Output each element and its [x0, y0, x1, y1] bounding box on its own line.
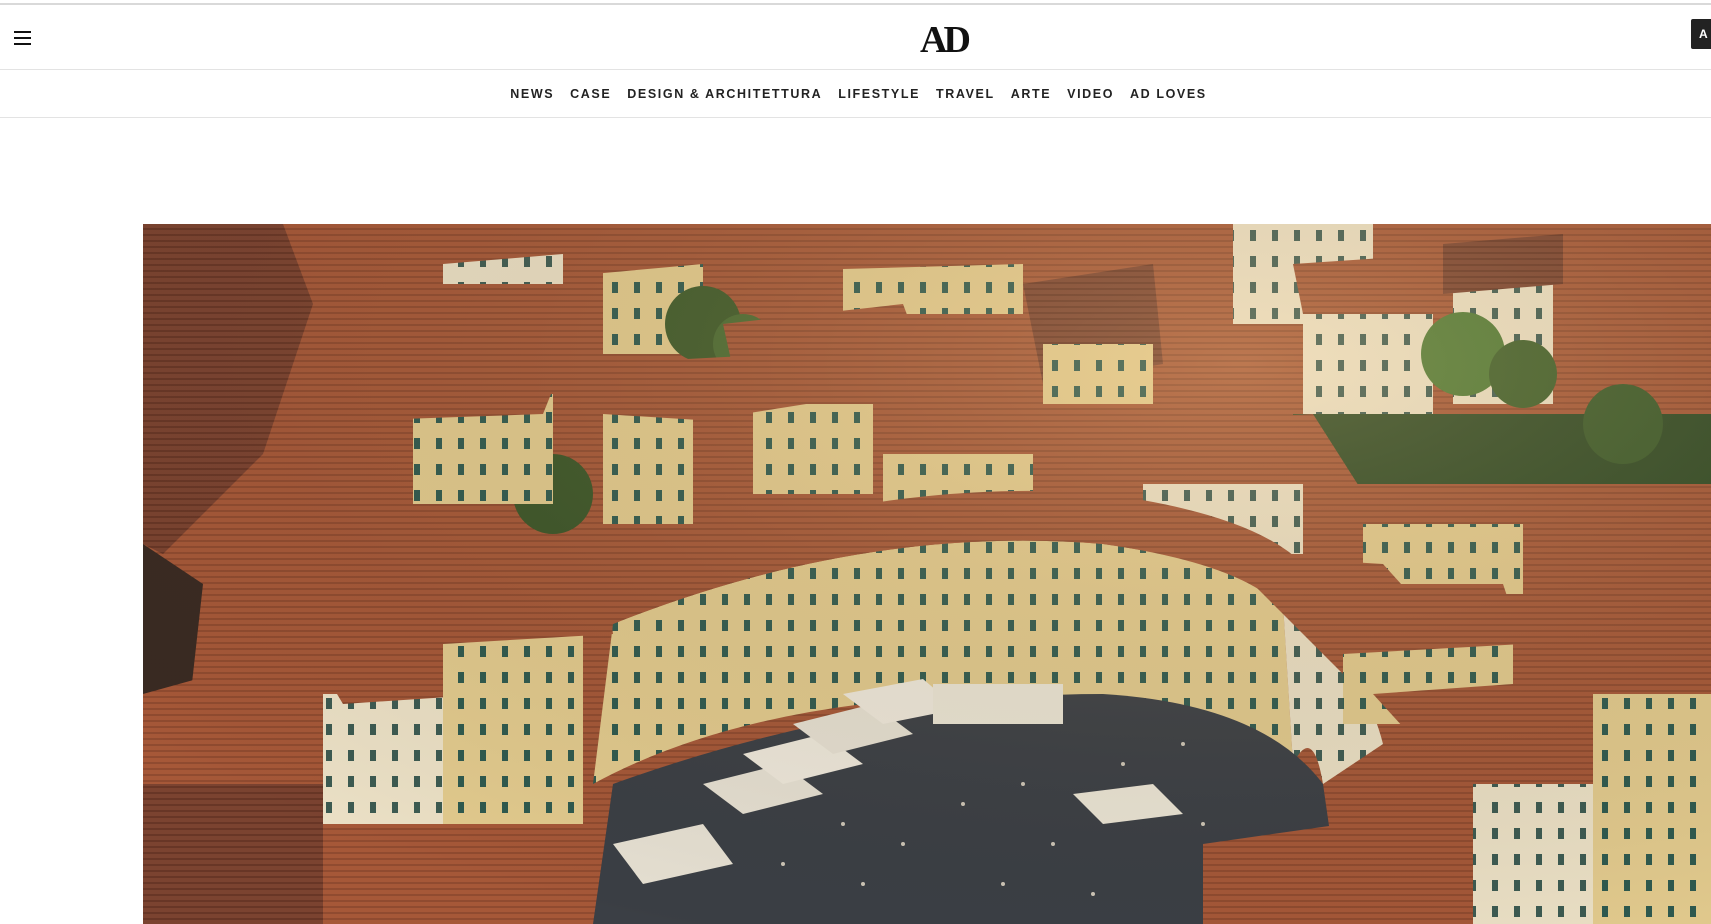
site-logo[interactable]: AD [920, 21, 971, 59]
nav-item-design-architettura[interactable]: DESIGN & ARCHITETTURA [627, 87, 822, 101]
nav-item-travel[interactable]: TRAVEL [936, 87, 995, 101]
nav-item-ad-loves[interactable]: AD LOVES [1130, 87, 1207, 101]
site-header: AD A [0, 5, 1711, 70]
main-navigation: NEWS CASE DESIGN & ARCHITETTURA LIFESTYL… [0, 70, 1711, 118]
hero-image[interactable] [143, 224, 1711, 924]
nav-item-video[interactable]: VIDEO [1067, 87, 1114, 101]
nav-item-lifestyle[interactable]: LIFESTYLE [838, 87, 920, 101]
nav-item-news[interactable]: NEWS [510, 87, 554, 101]
nav-item-arte[interactable]: ARTE [1011, 87, 1051, 101]
hamburger-menu-icon[interactable] [14, 31, 32, 45]
account-button[interactable]: A [1691, 19, 1711, 49]
aerial-photo-piazza-anfiteatro [143, 224, 1711, 924]
nav-item-case[interactable]: CASE [570, 87, 611, 101]
